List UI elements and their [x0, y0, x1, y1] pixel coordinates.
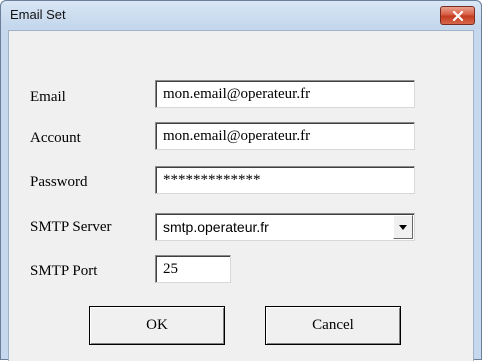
account-label: Account: [30, 130, 81, 146]
password-label: Password: [30, 174, 88, 190]
email-label: Email: [30, 89, 66, 105]
smtp-port-label: SMTP Port: [30, 263, 98, 279]
password-field[interactable]: *************: [155, 166, 415, 194]
smtp-server-dropdown-button[interactable]: [393, 215, 413, 239]
title-bar: Email Set: [1, 1, 481, 29]
close-button[interactable]: [440, 6, 475, 25]
close-icon: [452, 10, 463, 21]
smtp-port-field[interactable]: 25: [155, 255, 231, 283]
account-field[interactable]: mon.email@operateur.fr: [155, 122, 415, 150]
chevron-down-icon: [399, 224, 407, 230]
smtp-server-value: smtp.operateur.fr: [163, 219, 269, 235]
smtp-server-label: SMTP Server: [30, 219, 112, 235]
cancel-button[interactable]: Cancel: [265, 306, 401, 345]
smtp-server-combo[interactable]: smtp.operateur.fr: [155, 213, 415, 241]
window-title: Email Set: [10, 7, 66, 22]
ok-button[interactable]: OK: [89, 306, 225, 345]
email-field[interactable]: mon.email@operateur.fr: [155, 80, 415, 108]
email-set-dialog: Email Set Email mon.email@operateur.fr A…: [0, 0, 482, 361]
